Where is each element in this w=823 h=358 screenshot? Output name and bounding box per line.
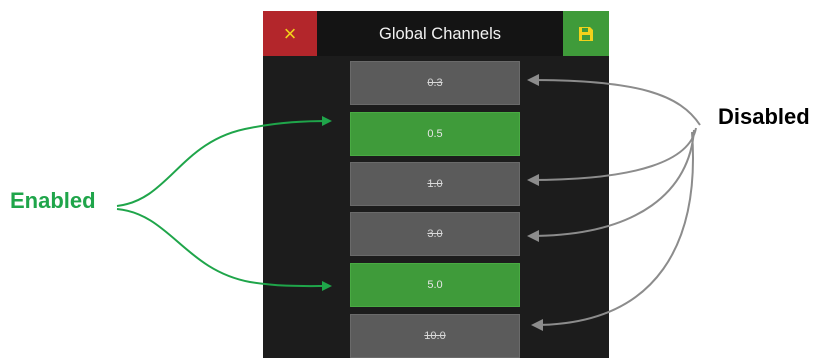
channel-button-5-0[interactable]: 5.0 xyxy=(350,263,520,307)
channel-label: 1.0 xyxy=(427,178,443,190)
channel-label: 5.0 xyxy=(427,279,443,291)
global-channels-panel: × Global Channels 0.3 0.5 1.0 3.0 5.0 10… xyxy=(263,11,609,358)
channel-label: 0.5 xyxy=(427,128,443,140)
close-button[interactable]: × xyxy=(263,11,317,56)
close-icon: × xyxy=(283,20,297,46)
channel-button-0-3[interactable]: 0.3 xyxy=(350,61,520,105)
header-bar: × Global Channels xyxy=(263,11,609,56)
save-button[interactable] xyxy=(563,11,609,56)
annotated-screenshot: × Global Channels 0.3 0.5 1.0 3.0 5.0 10… xyxy=(0,0,823,358)
channel-label: 10.0 xyxy=(424,330,446,342)
page-title: Global Channels xyxy=(379,25,501,43)
channel-button-1-0[interactable]: 1.0 xyxy=(350,162,520,206)
channel-label: 0.3 xyxy=(427,77,443,89)
channel-button-10-0[interactable]: 10.0 xyxy=(350,314,520,358)
channel-button-3-0[interactable]: 3.0 xyxy=(350,212,520,256)
channel-label: 3.0 xyxy=(427,228,443,240)
channel-button-0-5[interactable]: 0.5 xyxy=(350,112,520,156)
enabled-callout-label: Enabled xyxy=(10,188,96,213)
save-icon xyxy=(579,26,593,41)
disabled-callout-label: Disabled xyxy=(718,104,810,129)
